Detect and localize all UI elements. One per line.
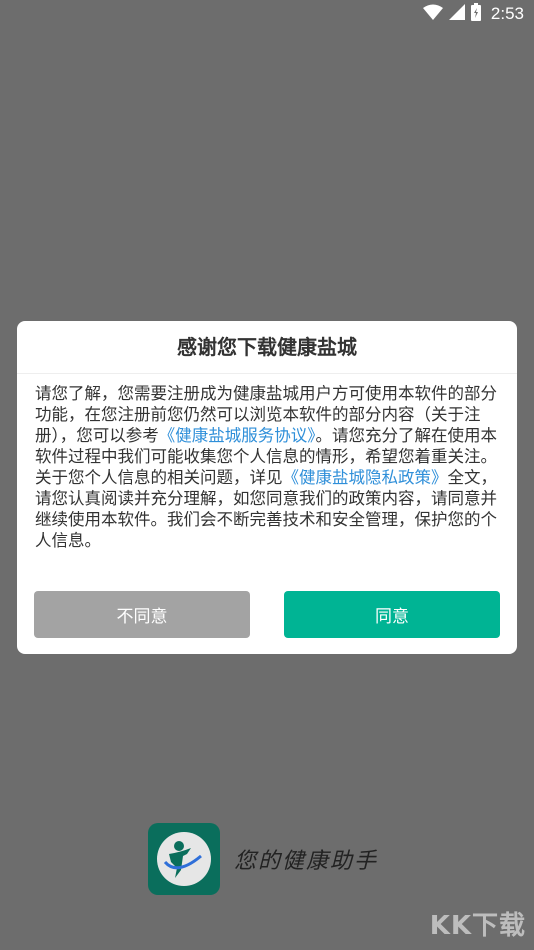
privacy-policy-link[interactable]: 《健康盐城隐私政策》 <box>283 468 448 487</box>
logo-figure-icon <box>157 832 211 886</box>
service-agreement-link[interactable]: 《健康盐城服务协议》 <box>159 426 316 445</box>
privacy-dialog: 感谢您下载健康盐城 请您了解，您需要注册成为健康盐城用户方可使用本软件的部分功能… <box>17 321 517 654</box>
wifi-icon <box>422 4 443 24</box>
body-text-3: 关于您个人信息的相关问题，详见 <box>35 468 283 487</box>
disagree-button[interactable]: 不同意 <box>34 591 250 638</box>
status-time: 2:53 <box>490 4 524 23</box>
dialog-title: 感谢您下载健康盐城 <box>17 321 517 374</box>
brand-slogan: 您的健康助手 <box>234 849 379 874</box>
signal-icon <box>448 4 465 24</box>
status-icons: 2:53 <box>422 3 524 25</box>
status-bar: 2:53 <box>0 0 534 28</box>
app-logo <box>148 823 220 895</box>
brand-footer: 您的健康助手 <box>148 823 378 895</box>
watermark: KK下载 <box>429 911 526 941</box>
agree-button[interactable]: 同意 <box>284 591 500 638</box>
dialog-body: 请您了解，您需要注册成为健康盐城用户方可使用本软件的部分功能，在您注册前您仍然可… <box>35 383 501 551</box>
battery-icon <box>470 3 481 25</box>
